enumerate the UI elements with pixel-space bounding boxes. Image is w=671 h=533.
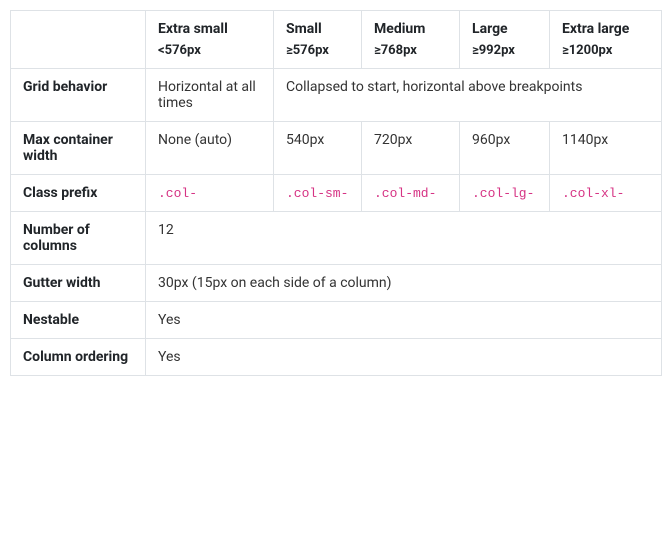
row-class-prefix: Class prefix .col- .col-sm- .col-md- .co… <box>11 175 662 212</box>
cell-max-width-xl: 1140px <box>550 122 662 175</box>
cell-nestable: Yes <box>146 302 662 339</box>
cell-class-prefix-lg: .col-lg- <box>460 175 550 212</box>
cell-num-columns: 12 <box>146 212 662 265</box>
header-xs-sub: <576px <box>158 43 261 58</box>
row-class-prefix-label: Class prefix <box>11 175 146 212</box>
cell-max-width-sm: 540px <box>274 122 362 175</box>
header-md-sub: ≥768px <box>374 43 447 58</box>
header-xl-sub: ≥1200px <box>562 43 649 58</box>
header-md-label: Medium <box>374 21 425 37</box>
header-xl-label: Extra large <box>562 21 629 37</box>
header-lg: Large ≥992px <box>460 11 550 69</box>
cell-grid-behavior-rest: Collapsed to start, horizontal above bre… <box>274 69 662 122</box>
row-nestable-label: Nestable <box>11 302 146 339</box>
header-sm-sub: ≥576px <box>286 43 349 58</box>
cell-class-prefix-xs: .col- <box>146 175 274 212</box>
row-nestable: Nestable Yes <box>11 302 662 339</box>
code-col-md: .col-md- <box>374 186 436 201</box>
header-sm: Small ≥576px <box>274 11 362 69</box>
row-max-width-label: Max container width <box>11 122 146 175</box>
row-num-columns: Number of columns 12 <box>11 212 662 265</box>
row-max-width: Max container width None (auto) 540px 72… <box>11 122 662 175</box>
cell-class-prefix-md: .col-md- <box>362 175 460 212</box>
header-row: Extra small <576px Small ≥576px Medium ≥… <box>11 11 662 69</box>
row-gutter-width-label: Gutter width <box>11 265 146 302</box>
cell-gutter-width: 30px (15px on each side of a column) <box>146 265 662 302</box>
row-column-ordering-label: Column ordering <box>11 339 146 376</box>
header-lg-sub: ≥992px <box>472 43 537 58</box>
code-col-lg: .col-lg- <box>472 186 534 201</box>
cell-max-width-xs: None (auto) <box>146 122 274 175</box>
header-sm-label: Small <box>286 21 322 37</box>
header-lg-label: Large <box>472 21 508 37</box>
header-empty <box>11 11 146 69</box>
cell-grid-behavior-xs: Horizontal at all times <box>146 69 274 122</box>
cell-column-ordering: Yes <box>146 339 662 376</box>
code-col-xs: .col- <box>158 186 197 201</box>
row-grid-behavior: Grid behavior Horizontal at all times Co… <box>11 69 662 122</box>
cell-max-width-lg: 960px <box>460 122 550 175</box>
cell-class-prefix-xl: .col-xl- <box>550 175 662 212</box>
grid-options-table: Extra small <576px Small ≥576px Medium ≥… <box>10 10 662 376</box>
row-grid-behavior-label: Grid behavior <box>11 69 146 122</box>
row-column-ordering: Column ordering Yes <box>11 339 662 376</box>
code-col-sm: .col-sm- <box>286 186 348 201</box>
cell-class-prefix-sm: .col-sm- <box>274 175 362 212</box>
header-md: Medium ≥768px <box>362 11 460 69</box>
code-col-xl: .col-xl- <box>562 186 624 201</box>
header-xs: Extra small <576px <box>146 11 274 69</box>
header-xl: Extra large ≥1200px <box>550 11 662 69</box>
header-xs-label: Extra small <box>158 21 228 37</box>
cell-max-width-md: 720px <box>362 122 460 175</box>
row-gutter-width: Gutter width 30px (15px on each side of … <box>11 265 662 302</box>
row-num-columns-label: Number of columns <box>11 212 146 265</box>
